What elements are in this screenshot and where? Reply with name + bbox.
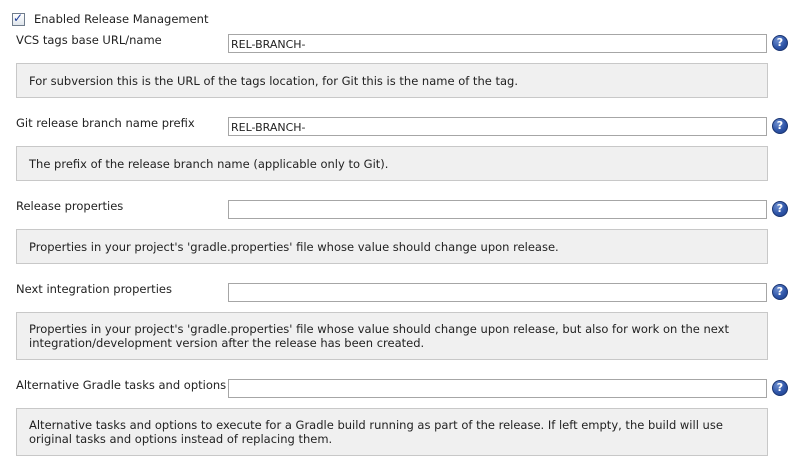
- vcs-tags-base-url-help: For subversion this is the URL of the ta…: [16, 63, 768, 98]
- enable-release-management-checkbox[interactable]: ✓: [12, 10, 25, 26]
- help-icon[interactable]: ?: [772, 35, 788, 51]
- git-release-branch-prefix-help: The prefix of the release branch name (a…: [16, 146, 768, 181]
- git-release-branch-prefix-label: Git release branch name prefix: [16, 116, 195, 130]
- vcs-tags-base-url-input[interactable]: [228, 34, 767, 53]
- help-text: The prefix of the release branch name (a…: [29, 156, 389, 171]
- help-icon[interactable]: ?: [772, 118, 788, 134]
- help-text: Alternative tasks and options to execute…: [29, 418, 723, 446]
- vcs-tags-base-url-label: VCS tags base URL/name: [16, 33, 162, 47]
- alternative-gradle-tasks-help: Alternative tasks and options to execute…: [16, 408, 768, 456]
- help-text: For subversion this is the URL of the ta…: [29, 73, 518, 88]
- next-integration-properties-input[interactable]: [228, 283, 767, 302]
- checkmark-icon: ✓: [13, 10, 24, 25]
- release-properties-input[interactable]: [228, 200, 767, 219]
- help-icon[interactable]: ?: [772, 380, 788, 396]
- alternative-gradle-tasks-label: Alternative Gradle tasks and options: [16, 378, 227, 392]
- enable-release-management-label: Enabled Release Management: [34, 12, 209, 26]
- release-properties-label: Release properties: [16, 199, 124, 213]
- release-properties-help: Properties in your project's 'gradle.pro…: [16, 229, 768, 264]
- help-icon[interactable]: ?: [772, 284, 788, 300]
- help-icon[interactable]: ?: [772, 201, 788, 217]
- next-integration-properties-label: Next integration properties: [16, 282, 172, 296]
- help-text: Properties in your project's 'gradle.pro…: [29, 239, 559, 254]
- enable-release-management-row[interactable]: ✓ Enabled Release Management: [12, 10, 208, 28]
- alternative-gradle-tasks-input[interactable]: [228, 379, 767, 398]
- next-integration-properties-help: Properties in your project's 'gradle.pro…: [16, 312, 768, 360]
- help-text: Properties in your project's 'gradle.pro…: [29, 322, 729, 350]
- git-release-branch-prefix-input[interactable]: [228, 117, 767, 136]
